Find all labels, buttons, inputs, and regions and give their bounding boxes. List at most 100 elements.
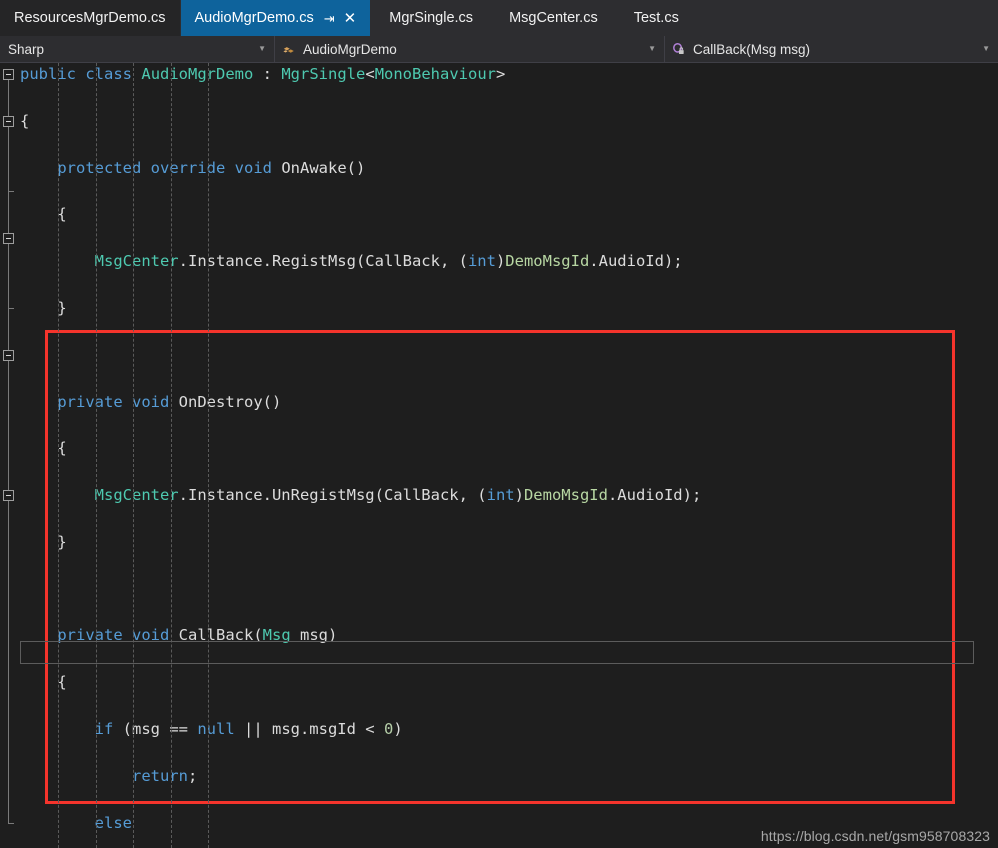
member-dropdown[interactable]: CallBack(Msg msg) ▼ <box>665 36 998 62</box>
chevron-down-icon: ▼ <box>258 44 266 53</box>
code-token: private <box>57 626 123 645</box>
code-token: CallBack( <box>169 626 263 645</box>
code-token: < <box>365 65 375 83</box>
outlining-bracket-line <box>8 243 9 308</box>
code-token: int <box>486 486 515 505</box>
code-token: .AudioId); <box>589 252 683 271</box>
code-token: MgrSingle <box>281 65 366 83</box>
code-line[interactable]: MsgCenter.Instance.UnRegistMsg(CallBack,… <box>18 484 998 507</box>
code-line[interactable]: protected override void OnAwake() <box>18 157 998 180</box>
code-token: .Instance.UnRegistMsg(CallBack, ( <box>178 486 487 505</box>
code-token: void <box>132 626 170 645</box>
pin-icon[interactable]: ⇥ <box>324 12 335 25</box>
collapse-region-icon[interactable] <box>3 349 14 361</box>
code-line[interactable]: { <box>18 203 998 226</box>
outlining-bracket-end <box>8 308 14 309</box>
editor-tab-label: MgrSingle.cs <box>389 10 474 26</box>
code-token: void <box>132 392 170 411</box>
type-dropdown-label: AudioMgrDemo <box>303 41 397 57</box>
code-token: .Instance.RegistMsg(CallBack, ( <box>178 252 468 271</box>
collapse-region-icon[interactable] <box>3 232 14 244</box>
editor-tab-icons: ⇥ ✕ <box>324 11 356 26</box>
code-line[interactable]: public class AudioMgrDemo : MgrSingle<Mo… <box>18 63 998 86</box>
code-token: .AudioId); <box>607 486 702 505</box>
code-line[interactable] <box>18 344 998 367</box>
code-token: ) <box>495 252 506 271</box>
code-token: protected <box>57 158 142 177</box>
code-token: public <box>20 65 76 83</box>
code-token: (msg == <box>113 720 198 739</box>
code-token: void <box>234 158 272 177</box>
outlining-bracket-line <box>8 360 9 823</box>
code-line[interactable]: { <box>18 437 998 460</box>
code-line[interactable]: return; <box>18 765 998 788</box>
code-token: } <box>57 298 67 317</box>
editor-tab-resourcesmgrdemo-cs[interactable]: ResourcesMgrDemo.cs <box>0 0 181 36</box>
collapse-region-icon[interactable] <box>3 115 14 127</box>
collapse-region-icon[interactable] <box>3 490 14 502</box>
code-line[interactable]: { <box>18 110 998 133</box>
code-line[interactable]: private void CallBack(Msg msg) <box>18 624 998 647</box>
watermark-text: https://blog.csdn.net/gsm958708323 <box>760 828 990 844</box>
code-token: ; <box>187 766 198 785</box>
editor-tab-msgcenter-cs[interactable]: MsgCenter.cs <box>491 0 616 36</box>
collapse-region-icon[interactable] <box>3 69 14 80</box>
editor-tab-bar: ResourcesMgrDemo.cs AudioMgrDemo.cs ⇥ ✕ MgrS… <box>0 0 998 36</box>
code-token: { <box>57 205 67 224</box>
code-token: DemoMsgId <box>523 486 608 505</box>
code-line[interactable]: } <box>18 531 998 554</box>
code-token: { <box>20 111 30 130</box>
code-token: OnDestroy() <box>169 392 282 411</box>
code-line[interactable]: } <box>18 297 998 320</box>
code-token: msg) <box>290 626 338 645</box>
code-token: { <box>57 673 67 692</box>
type-dropdown[interactable]: AudioMgrDemo ▼ <box>275 36 665 62</box>
code-token: if <box>94 720 114 739</box>
editor-tab-test-cs[interactable]: Test.cs <box>615 0 697 36</box>
member-dropdown-label: CallBack(Msg msg) <box>693 41 811 57</box>
code-token: : <box>253 65 282 83</box>
code-token: MsgCenter <box>94 252 179 271</box>
code-token: return <box>131 766 188 785</box>
project-dropdown[interactable]: Sharp ▼ <box>0 36 275 62</box>
code-token: { <box>57 439 67 458</box>
editor-tab-audiomgrdemo-cs[interactable]: AudioMgrDemo.cs ⇥ ✕ <box>180 0 372 36</box>
outlining-bracket-end <box>8 822 14 824</box>
close-icon[interactable]: ✕ <box>344 11 357 26</box>
navigation-bar: Sharp ▼ AudioMgrDemo ▼ CallBack(Msg msg)… <box>0 36 998 63</box>
code-token: OnAwake() <box>272 158 366 177</box>
code-line[interactable] <box>18 578 998 601</box>
code-token: class <box>85 65 133 83</box>
outlining-bracket-end <box>8 191 14 192</box>
code-line[interactable]: private void OnDestroy() <box>18 391 998 414</box>
outlining-bracket-end <box>8 822 14 824</box>
code-token: > <box>496 65 506 83</box>
chevron-down-icon: ▼ <box>648 44 656 53</box>
code-text-area[interactable]: public class AudioMgrDemo : MgrSingle<Mo… <box>18 63 998 848</box>
code-token: } <box>57 532 67 551</box>
code-line[interactable]: { <box>18 671 998 694</box>
code-editor[interactable]: public class AudioMgrDemo : MgrSingle<Mo… <box>0 63 998 848</box>
code-line[interactable]: if (msg == null || msg.msgId < 0) <box>18 718 998 741</box>
outlining-margin[interactable] <box>0 63 18 848</box>
outlining-bracket-line <box>8 126 9 191</box>
code-token: MsgCenter <box>94 486 179 505</box>
code-token: || msg.msgId < <box>234 720 384 739</box>
code-token: ) <box>514 486 524 505</box>
code-token: Msg <box>262 626 291 645</box>
editor-tab-mgrsingle-cs[interactable]: MgrSingle.cs <box>371 0 492 36</box>
code-line[interactable]: MsgCenter.Instance.RegistMsg(CallBack, (… <box>18 250 998 273</box>
